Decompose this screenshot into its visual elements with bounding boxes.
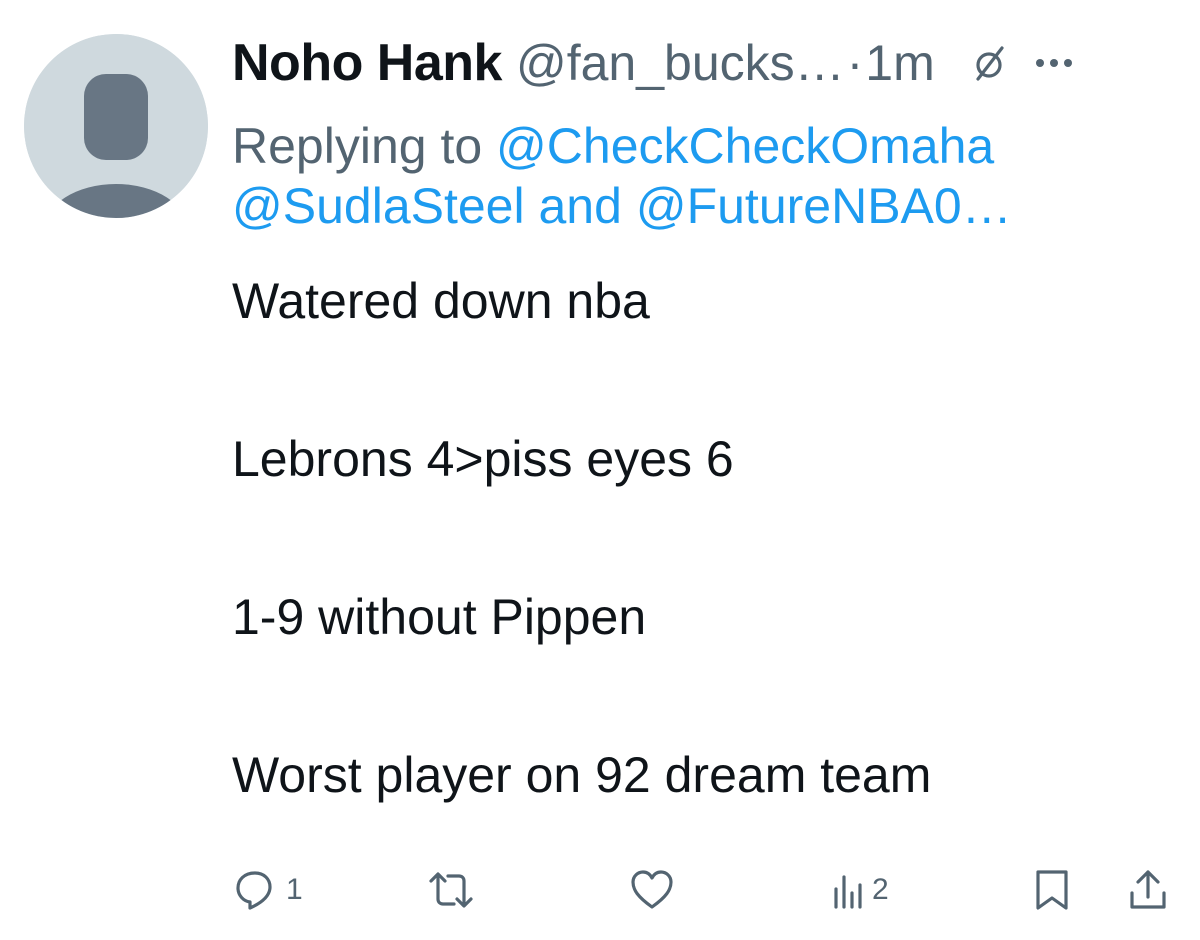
tweet-text: Watered down nba Lebrons 4>piss eyes 6 1… <box>232 262 1172 815</box>
mention-link[interactable]: @CheckCheckOmaha <box>496 118 994 174</box>
author-display-name[interactable]: Noho Hank <box>232 33 502 93</box>
tweet-text-line: 1-9 without Pippen <box>232 589 647 645</box>
replying-to-line-1: Replying to @CheckCheckOmaha <box>232 116 1172 176</box>
tweet-text-line: Watered down nba <box>232 273 650 329</box>
share-icon <box>1130 870 1166 909</box>
views-bar-chart-icon <box>834 875 862 909</box>
header-icons <box>969 43 1073 83</box>
author-handle[interactable]: @fan_bucks… <box>516 34 845 92</box>
mention-link[interactable]: @FutureNBA0… <box>636 178 1012 234</box>
replying-to-joiner[interactable]: and <box>525 178 636 234</box>
tweet-text-line: Worst player on 92 dream team <box>232 747 932 803</box>
repost-icon <box>429 872 473 908</box>
like-button[interactable] <box>628 864 684 916</box>
tweet-text-line: Lebrons 4>piss eyes 6 <box>232 431 734 487</box>
heart-icon <box>631 870 673 909</box>
more-dots-icon[interactable] <box>1035 57 1073 69</box>
tweet-action-bar: 1 2 <box>232 864 1172 916</box>
replying-to-line-2: @SudlaSteel and @FutureNBA0… <box>232 176 1172 236</box>
header-separator: · <box>846 35 864 91</box>
avatar[interactable] <box>24 34 208 218</box>
grok-slash-icon[interactable] <box>969 43 1009 83</box>
tweet-blank-line <box>232 341 1172 420</box>
tweet-blank-line <box>232 499 1172 578</box>
views-count: 2 <box>872 873 889 906</box>
tweet-header: Noho Hank @fan_bucks… · 1m <box>232 30 1172 96</box>
reply-count: 1 <box>286 873 303 906</box>
replying-to-prefix: Replying to <box>232 118 497 174</box>
views-button[interactable]: 2 <box>832 864 889 916</box>
bookmark-button[interactable] <box>1032 864 1072 916</box>
tweet-timestamp[interactable]: 1m <box>865 34 934 92</box>
default-person-icon <box>24 34 208 218</box>
reply-button[interactable]: 1 <box>232 864 303 916</box>
reply-icon <box>236 871 272 910</box>
tweet-blank-line <box>232 657 1172 736</box>
share-button[interactable] <box>1126 864 1170 916</box>
repost-button[interactable] <box>426 864 484 916</box>
mention-link[interactable]: @SudlaSteel <box>232 178 525 234</box>
tweet-body: Noho Hank @fan_bucks… · 1m Replying to @… <box>232 30 1172 815</box>
bookmark-icon <box>1036 870 1068 910</box>
